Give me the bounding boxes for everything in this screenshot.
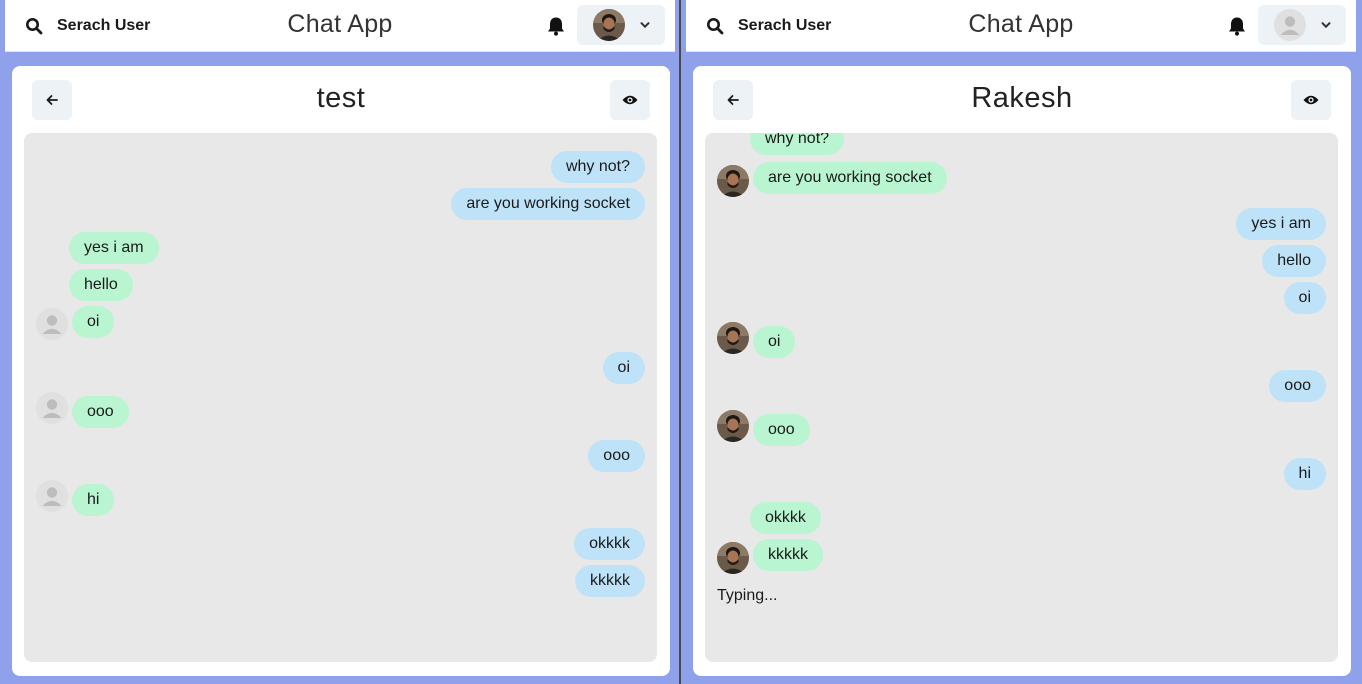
message-sent: oi [602, 352, 645, 384]
message-sent: okkkk [574, 528, 645, 560]
search-user-button[interactable]: Serach User [25, 10, 150, 42]
message-sent: hello [1262, 245, 1326, 277]
search-user-label: Serach User [738, 17, 832, 34]
message-sent: are you working socket [451, 188, 645, 220]
sender-avatar [717, 542, 749, 574]
view-profile-button[interactable] [1291, 80, 1331, 120]
user-avatar [593, 9, 625, 41]
chat-window-left: Serach User Chat App test why not? are y… [0, 0, 680, 684]
message-sent: kkkkk [575, 565, 645, 597]
top-bar: Serach User Chat App [5, 0, 675, 52]
sender-avatar [36, 480, 68, 512]
message-received: are you working socket [753, 162, 947, 194]
message-received: yes i am [69, 232, 159, 264]
message-sent: oi [1283, 282, 1326, 314]
message-received: hi [72, 484, 115, 516]
chevron-down-icon [640, 22, 650, 29]
message-received: kkkkk [753, 539, 823, 571]
bell-icon[interactable] [545, 15, 567, 37]
message-sent: yes i am [1236, 208, 1326, 240]
sender-avatar [36, 308, 68, 340]
search-icon [707, 18, 724, 35]
message-received: ooo [72, 396, 129, 428]
message-received: ooo [753, 414, 810, 446]
chat-title: test [316, 82, 366, 114]
message-sent: hi [1283, 458, 1326, 490]
back-button[interactable] [713, 80, 753, 120]
top-bar: Serach User Chat App [686, 0, 1356, 52]
chat-window-right: Serach User Chat App Rakesh why not? are… [681, 0, 1361, 684]
view-profile-button[interactable] [610, 80, 650, 120]
message-received: oi [753, 326, 796, 358]
profile-menu-button[interactable] [577, 5, 665, 45]
chevron-down-icon [1321, 22, 1331, 29]
message-sent: ooo [588, 440, 645, 472]
sender-avatar [717, 410, 749, 442]
message-received: why not? [750, 133, 845, 155]
search-user-button[interactable]: Serach User [706, 10, 831, 42]
message-received: oi [72, 306, 115, 338]
search-icon [26, 18, 43, 35]
eye-icon [1303, 95, 1319, 105]
eye-icon [622, 95, 638, 105]
chat-header: Rakesh [693, 66, 1351, 134]
chat-box: Rakesh why not? are you working socket y… [693, 66, 1351, 676]
arrow-left-icon [46, 95, 58, 105]
profile-menu-button[interactable] [1258, 5, 1346, 45]
sender-avatar [36, 392, 68, 424]
sender-avatar [717, 165, 749, 197]
typing-indicator: Typing... [717, 587, 778, 604]
search-user-label: Serach User [57, 17, 151, 34]
back-button[interactable] [32, 80, 72, 120]
arrow-left-icon [727, 95, 739, 105]
user-avatar [1274, 9, 1306, 41]
chat-title: Rakesh [971, 82, 1073, 114]
message-sent: ooo [1269, 370, 1326, 402]
bell-icon[interactable] [1226, 15, 1248, 37]
message-received: okkkk [750, 502, 821, 534]
chat-box: test why not? are you working socket yes… [12, 66, 670, 676]
messages-list: why not? are you working socket yes i am… [705, 133, 1338, 662]
message-sent: why not? [550, 151, 645, 183]
sender-avatar [717, 322, 749, 354]
messages-list: why not? are you working socket yes i am… [24, 133, 657, 662]
chat-header: test [12, 66, 670, 134]
message-received: hello [69, 269, 133, 301]
